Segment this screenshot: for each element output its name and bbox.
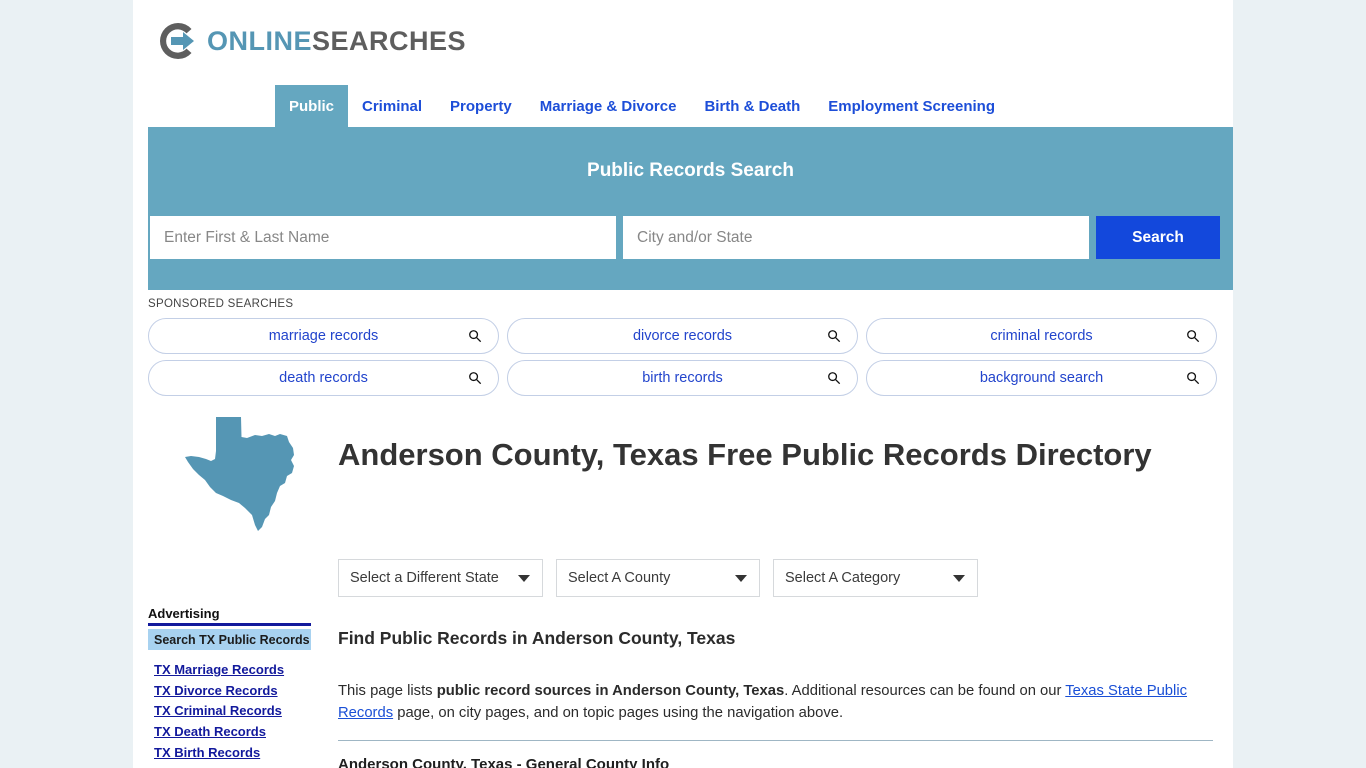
sponsored-pill-criminal-records[interactable]: criminal records bbox=[866, 318, 1217, 354]
pill-label: background search bbox=[979, 370, 1104, 386]
site-logo[interactable]: ONLINESEARCHES bbox=[153, 14, 466, 68]
nav-item-marriage-divorce[interactable]: Marriage & Divorce bbox=[526, 85, 691, 127]
logo-wordmark: ONLINESEARCHES bbox=[207, 26, 466, 57]
sponsored-pill-birth-records[interactable]: birth records bbox=[507, 360, 858, 396]
advertising-heading: Advertising bbox=[148, 606, 311, 626]
search-icon bbox=[828, 372, 841, 385]
county-select-value: Select A County bbox=[568, 570, 671, 586]
nav-item-property[interactable]: Property bbox=[436, 85, 526, 127]
category-select[interactable]: Select A Category bbox=[773, 559, 978, 597]
state-select[interactable]: Select a Different State bbox=[338, 559, 543, 597]
pill-label: marriage records bbox=[268, 328, 379, 344]
sidebar-link-tx-divorce-records[interactable]: TX Divorce Records bbox=[148, 681, 311, 702]
sponsored-pill-marriage-records[interactable]: marriage records bbox=[148, 318, 499, 354]
sponsored-searches-grid: marriage records divorce records crimina… bbox=[148, 318, 1218, 396]
sponsored-pill-death-records[interactable]: death records bbox=[148, 360, 499, 396]
pill-label: criminal records bbox=[990, 328, 1093, 344]
category-select-value: Select A Category bbox=[785, 570, 901, 586]
main-navigation: Public Criminal Property Marriage & Divo… bbox=[133, 85, 1233, 127]
logo-circular-arrow-icon bbox=[160, 22, 194, 60]
section-divider bbox=[338, 740, 1213, 741]
chevron-down-icon bbox=[953, 575, 965, 582]
nav-item-criminal[interactable]: Criminal bbox=[348, 85, 436, 127]
sidebar-link-tx-marriage-records[interactable]: TX Marriage Records bbox=[148, 660, 311, 681]
search-icon bbox=[1187, 372, 1200, 385]
state-select-value: Select a Different State bbox=[350, 570, 499, 586]
county-select[interactable]: Select A County bbox=[556, 559, 760, 597]
page-title: Anderson County, Texas Free Public Recor… bbox=[338, 437, 1152, 472]
content-container: ONLINESEARCHES Public Criminal Property … bbox=[133, 0, 1233, 768]
search-submit-button[interactable]: Search bbox=[1096, 216, 1220, 259]
chevron-down-icon bbox=[735, 575, 747, 582]
location-search-input[interactable] bbox=[623, 216, 1089, 259]
sidebar-link-tx-criminal-records[interactable]: TX Criminal Records bbox=[148, 701, 311, 722]
sponsored-pill-divorce-records[interactable]: divorce records bbox=[507, 318, 858, 354]
page-root: ONLINESEARCHES Public Criminal Property … bbox=[0, 0, 1366, 768]
advertising-sidebar: Advertising Search TX Public Records TX … bbox=[148, 606, 311, 764]
section-heading: Find Public Records in Anderson County, … bbox=[338, 628, 736, 648]
banner-title: Public Records Search bbox=[587, 160, 794, 181]
logo-text-searches: SEARCHES bbox=[312, 25, 467, 56]
paragraph-text-2: . Additional resources can be found on o… bbox=[784, 683, 1066, 699]
search-icon bbox=[469, 372, 482, 385]
sidebar-link-tx-death-records[interactable]: TX Death Records bbox=[148, 722, 311, 743]
paragraph-bold: public record sources in Anderson County… bbox=[436, 683, 785, 699]
search-icon bbox=[469, 330, 482, 343]
sponsored-searches-label: SPONSORED SEARCHES bbox=[148, 298, 294, 310]
pill-label: birth records bbox=[642, 370, 723, 386]
nav-item-birth-death[interactable]: Birth & Death bbox=[690, 85, 814, 127]
name-search-input[interactable] bbox=[150, 216, 616, 259]
texas-state-map-icon bbox=[185, 417, 294, 531]
pill-label: divorce records bbox=[632, 328, 733, 344]
sidebar-link-list: TX Marriage Records TX Divorce Records T… bbox=[148, 660, 311, 764]
logo-text-online: ONLINE bbox=[207, 25, 313, 56]
pill-label: death records bbox=[279, 370, 368, 386]
nav-item-public[interactable]: Public bbox=[275, 85, 349, 127]
sidebar-section-title: Search TX Public Records bbox=[148, 629, 311, 650]
search-form: Search bbox=[150, 216, 1220, 259]
chevron-down-icon bbox=[518, 575, 530, 582]
paragraph-text-3: page, on city pages, and on topic pages … bbox=[393, 705, 844, 721]
paragraph-text-1: This page lists bbox=[338, 683, 437, 699]
filter-select-row: Select a Different State Select A County… bbox=[338, 559, 978, 597]
search-icon bbox=[828, 330, 841, 343]
sidebar-link-tx-birth-records[interactable]: TX Birth Records bbox=[148, 743, 311, 764]
sponsored-pill-background-search[interactable]: background search bbox=[866, 360, 1217, 396]
table-heading-general-county-info: Anderson County, Texas - General County … bbox=[338, 756, 670, 768]
intro-paragraph: This page lists public record sources in… bbox=[338, 680, 1213, 724]
nav-item-employment-screening[interactable]: Employment Screening bbox=[814, 85, 1009, 127]
public-records-search-banner: Public Records Search Search bbox=[148, 127, 1233, 290]
search-icon bbox=[1187, 330, 1200, 343]
